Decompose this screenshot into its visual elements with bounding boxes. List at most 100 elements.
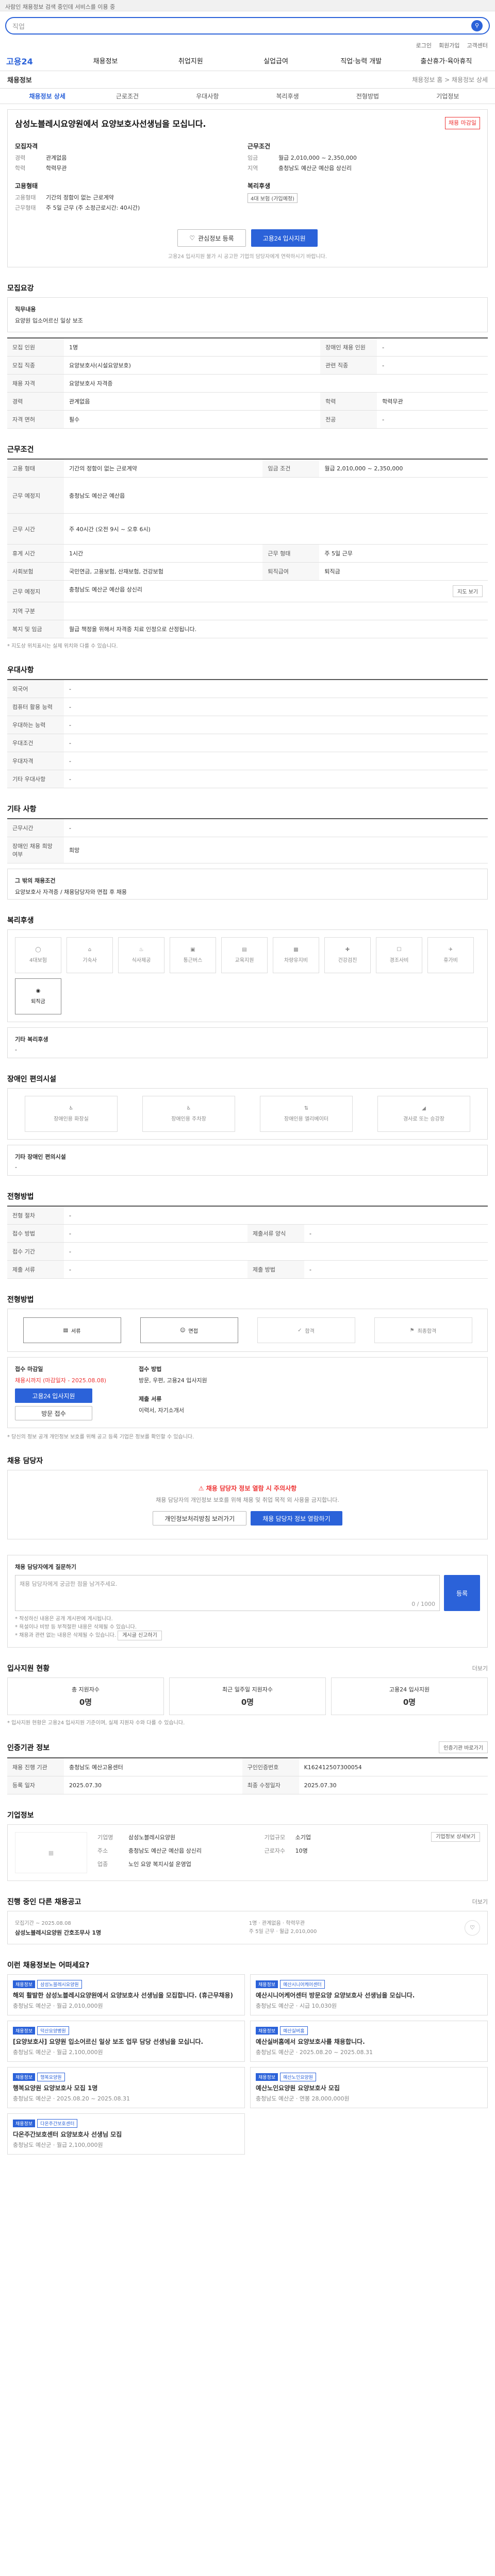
- list-item[interactable]: 채용정보 예산노인요양원 예산노인요양원 요양보호사 모집 충청남도 예산군 · 연봉…: [250, 2067, 488, 2108]
- apply-method-section: 전형방법 ▤ 서류 ☺ 면접 ✓ 합격 ⚑ 최종합격 접수 마감일 채용시까지 (마감일…: [7, 1294, 488, 1440]
- search-input[interactable]: 직업 ⚲: [5, 17, 490, 35]
- reginfo-section: 인증기관 정보 인증기관 바로가기 채용 진행 기관 충청남도 예산고용센터 구인인…: [7, 1741, 488, 1794]
- welfare-item: ✚ 건강검진: [324, 937, 371, 973]
- table-row: 근무시간 -: [7, 819, 488, 837]
- recruit-section: 모집요강 직무내용 요양원 입소어르신 일상 보조 모집 인원 1명 장애인 채용 …: [7, 283, 488, 429]
- status-more-link[interactable]: 더보기: [472, 1664, 488, 1672]
- table-row: 자격 면허 필수 전공 -: [7, 410, 488, 429]
- search-query[interactable]: 직업: [12, 21, 467, 31]
- list-item[interactable]: 채용정보 삼성노블레시요양원 해외 활발한 삼성노블레시요양원에서 요양보호사 선생…: [7, 1974, 245, 2015]
- process-steps: ▤ 서류 ☺ 면접 ✓ 합격 ⚑ 최종합격: [7, 1309, 488, 1352]
- table-row: 근무 예정지 충청남도 예산군 예산읍 상신리 지도 보기: [7, 580, 488, 602]
- building-icon: ▦: [48, 1849, 54, 1856]
- table-row: 전형 절차 -: [7, 1206, 488, 1225]
- condition-section: 근무조건 고용 형태 기간의 정함이 없는 근로계약 임금 조건 월급 2,010,0…: [7, 444, 488, 649]
- company-heading: 기업정보: [7, 1811, 34, 1820]
- table-row: 우대조건 -: [7, 734, 488, 752]
- other-jobs-more[interactable]: 더보기: [472, 1897, 488, 1906]
- book-icon: ▤: [242, 947, 247, 953]
- tab-prefer[interactable]: 우대사항: [168, 92, 248, 100]
- company-detail-button[interactable]: 기업정보 상세보기: [431, 1832, 480, 1842]
- utility-help[interactable]: 고객센터: [467, 41, 488, 49]
- tab-process[interactable]: 전형방법: [327, 92, 407, 100]
- comment-input[interactable]: 채용 담당자에게 궁금한 점을 남겨주세요. 0 / 1000: [15, 1575, 440, 1611]
- kv-value: 충청남도 예산군 예산읍 상신리: [278, 165, 352, 172]
- apply-button[interactable]: 고용24 입사지원: [251, 229, 318, 247]
- list-item[interactable]: 채용정보 예산실버홈 예산실버홈에서 요양보호사를 채용합니다. 충청남도 예산군 ·…: [250, 2021, 488, 2062]
- comment-heading: 채용 담당자에게 질문하기: [15, 1564, 76, 1570]
- meal-icon: ♨: [139, 947, 144, 953]
- search-icon[interactable]: ⚲: [471, 20, 483, 31]
- other-section: 기타 사항 근무시간 - 장애인 채용 희망 여부 희망 그 밖의 채용조건 요양보…: [7, 804, 488, 900]
- report-button[interactable]: 게시글 신고하기: [118, 1631, 162, 1640]
- apply-button-2[interactable]: 고용24 입사지원: [15, 1388, 92, 1403]
- list-item[interactable]: 모집기간 ~ 2025.08.08 삼성노블레시요양원 간호조무사 1명 1명 …: [7, 1911, 488, 1944]
- deadline-label: 접수 마감일: [15, 1366, 43, 1372]
- comment-counter: 0 / 1000: [411, 1601, 435, 1607]
- welfare-item: ◯ 4대보험: [15, 937, 61, 973]
- utility-signup[interactable]: 회원가입: [439, 41, 459, 49]
- job-title: 삼성노블레시요양원 간호조무사 1명: [15, 1929, 102, 1936]
- scrap-button[interactable]: ♡ 관심정보 등록: [177, 229, 246, 247]
- tab-condition[interactable]: 근로조건: [87, 92, 167, 100]
- gnb-menu-benefit[interactable]: 실업급여: [233, 56, 318, 65]
- sub-header: 채용정보 채용정보 홈 > 채용정보 상세: [0, 71, 495, 89]
- contact-heading: 채용 담당자: [7, 1457, 43, 1465]
- gnb-menu-leave[interactable]: 출산휴가·육아휴직: [404, 56, 489, 65]
- status-item: 총 지원자수 0명: [7, 1677, 164, 1715]
- search-row: 직업 ⚲: [0, 11, 495, 40]
- ramp-icon: ◢: [422, 1106, 426, 1111]
- heart-icon[interactable]: ♡: [465, 1920, 480, 1936]
- table-row: 접수 기간 -: [7, 1242, 488, 1261]
- table-row: 모집 인원 1명 장애인 채용 인원 -: [7, 338, 488, 357]
- apply-privacy-note: * 당신의 정보 공개 개인정보 보호를 위해 공고 등록 기업은 정보를 확인…: [7, 1434, 194, 1440]
- privacy-policy-button[interactable]: 개인정보처리방침 보러가기: [153, 1511, 247, 1526]
- kv-key: 임금: [248, 155, 258, 161]
- kv-key: 경력: [15, 155, 26, 161]
- process-section: 전형방법 전형 절차 - 접수 방법 - 제출서류 양식 - 접수 기간 - 제출 서류 -…: [7, 1191, 488, 1279]
- alert-text: 채용 담당자의 개인정보 보호를 위해 채용 및 취업 목적 외 사용을 금지합…: [156, 1497, 339, 1503]
- welfare-item: ♨ 식사제공: [118, 937, 164, 973]
- gnb-menu-jobs[interactable]: 채용정보: [63, 56, 148, 65]
- view-contact-button[interactable]: 채용 담당자 정보 열람하기: [251, 1511, 342, 1526]
- table-row: 복지 및 임금 월급 책정을 위해서 자격증 치료 인정으로 산정됩니다.: [7, 620, 488, 638]
- tab-welfare[interactable]: 복리후생: [248, 92, 327, 100]
- list-item[interactable]: 채용정보 덕산요양병원 [요양보호사] 요양원 입소어르신 일상 보조 업무 담당 …: [7, 2021, 245, 2062]
- section-tabs: 채용정보 상세 근로조건 우대사항 복리후생 전형방법 기업정보: [0, 89, 495, 104]
- list-item[interactable]: 채용정보 다온주간보호센터 다온주간보호센터 요양보호사 선생님 모집 충청남도 예산…: [7, 2113, 245, 2155]
- welfare-item: ✈ 휴가비: [427, 937, 474, 973]
- breadcrumb: 채용정보 홈 > 채용정보 상세: [412, 76, 488, 83]
- other-welfare-title: 기타 복리후생: [15, 1036, 48, 1043]
- alert-title: ⚠ 채용 담당자 정보 열람 시 주의사항: [198, 1485, 297, 1492]
- visit-button[interactable]: 방문 접수: [15, 1406, 92, 1420]
- global-nav: 고용24 채용정보 취업지원 실업급여 직업·능력 개발 출산휴가·육아휴직: [0, 50, 495, 71]
- process-heading: 전형방법: [7, 1193, 34, 1201]
- table-row: 우대자격 -: [7, 752, 488, 770]
- tab-company[interactable]: 기업정보: [408, 92, 488, 100]
- facility-item: ⇅ 장애인용 엘리베이터: [260, 1096, 353, 1132]
- summary-qualification: 모집자격 경력 관계없음 학력 학력무관: [15, 142, 248, 174]
- table-row: 근무 시간 주 40시간 (오전 9시 ~ 오후 6시): [7, 513, 488, 545]
- list-item[interactable]: 채용정보 행복요양원 행복요양원 요양보호사 모집 1명 충청남도 예산군 · 202…: [7, 2067, 245, 2108]
- gnb-menu-support[interactable]: 취업지원: [148, 56, 233, 65]
- other-jobs-section: 진행 중인 다른 채용공고 더보기 모집기간 ~ 2025.08.08 삼성노블…: [7, 1896, 488, 1944]
- other-facility-box: 기타 장애인 편의시설 -: [7, 1145, 488, 1176]
- summary-qualification-heading: 모집자격: [15, 143, 38, 150]
- map-button[interactable]: 지도 보기: [453, 585, 483, 597]
- utility-login[interactable]: 로그인: [416, 41, 432, 49]
- step-item: ⚑ 최종합격: [374, 1317, 472, 1343]
- list-item[interactable]: 채용정보 예산시니어케어센터 예산시니어케어센터 방문요양 요양보호사 선생님을 모…: [250, 1974, 488, 2015]
- reginfo-link[interactable]: 인증기관 바로가기: [439, 1741, 488, 1753]
- gnb-menu-training[interactable]: 직업·능력 개발: [319, 56, 404, 65]
- kv-value: 관계없음: [46, 155, 67, 161]
- table-row: 제출 서류 - 제출 방법 -: [7, 1260, 488, 1279]
- tab-detail[interactable]: 채용정보 상세: [7, 92, 87, 100]
- site-logo[interactable]: 고용24: [6, 55, 63, 67]
- comment-submit-button[interactable]: 등록: [444, 1575, 480, 1611]
- status-boxes: 총 지원자수 0명 최근 일주일 지원자수 0명 고용24 입사지원 0명: [7, 1677, 488, 1715]
- prefer-section: 우대사항 외국어 - 컴퓨터 활용 능력 - 우대하는 능력 - 우대조건 - 우대자격…: [7, 665, 488, 788]
- parking-icon: ♿: [186, 1106, 191, 1111]
- condition-heading: 근무조건: [7, 446, 34, 454]
- reginfo-heading: 인증기관 정보: [7, 1743, 50, 1752]
- table-row: 기타 우대사항 -: [7, 770, 488, 788]
